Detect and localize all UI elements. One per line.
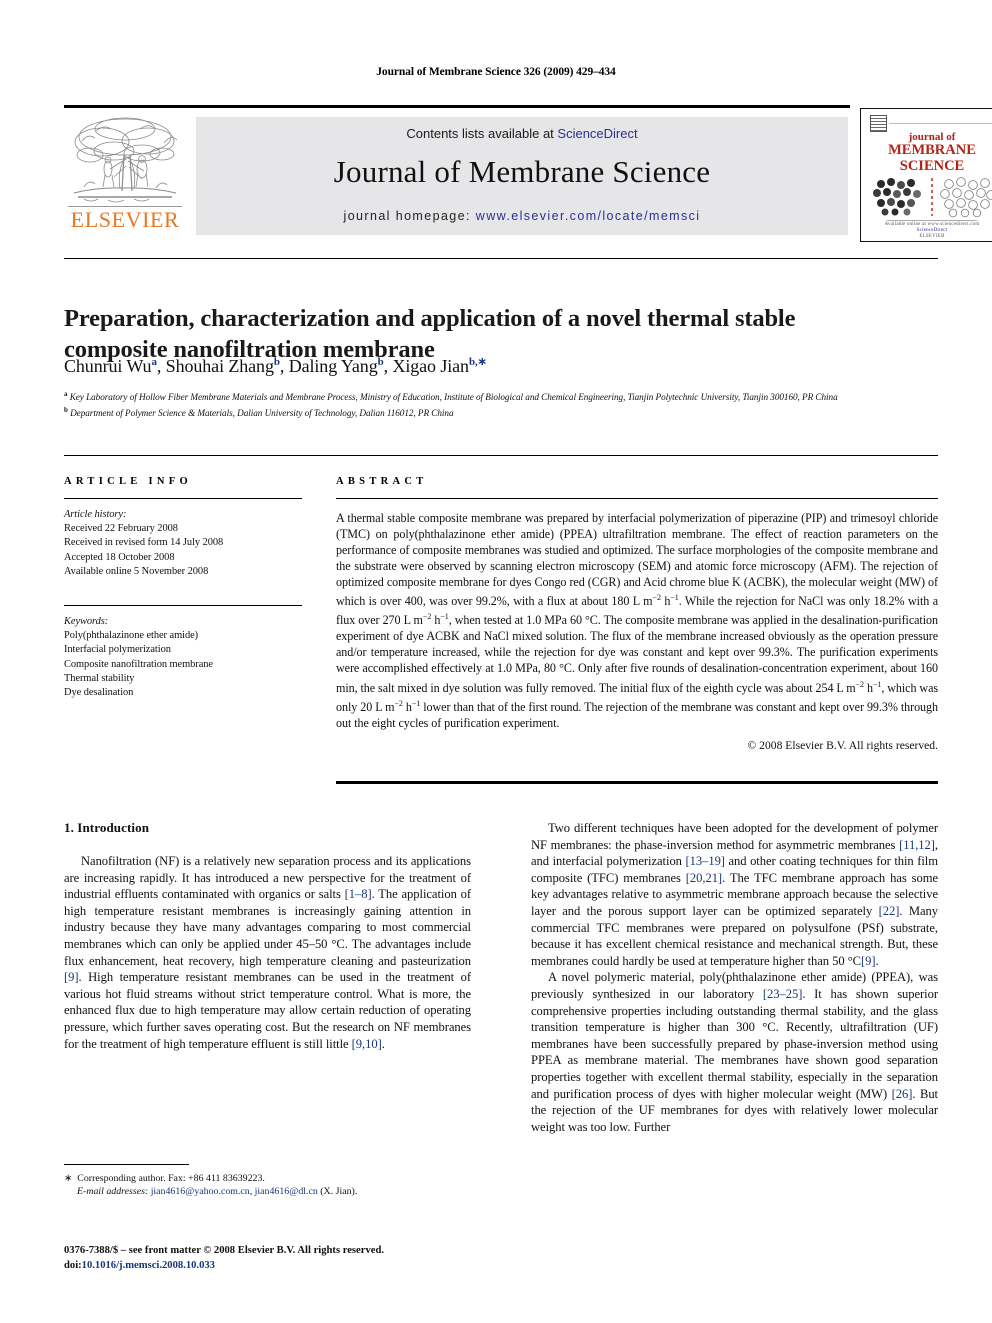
email-label: E-mail addresses: xyxy=(77,1186,149,1198)
body-column-right: Two different techniques have been adopt… xyxy=(531,820,938,1135)
body-column-left: 1. Introduction Nanofiltration (NF) is a… xyxy=(64,820,471,1052)
article-first-page: Journal of Membrane Science 326 (2009) 4… xyxy=(0,0,992,1323)
email-link-1[interactable]: jian4616@yahoo.com.cn xyxy=(151,1186,250,1197)
footnote-email-line: E-mail addresses: jian4616@yahoo.com.cn,… xyxy=(64,1185,484,1198)
abstract-heading: ABSTRACT xyxy=(336,476,428,487)
sciencedirect-link[interactable]: ScienceDirect xyxy=(557,126,637,141)
keyword-item: Dye desalination xyxy=(64,687,134,699)
journal-title: Journal of Membrane Science xyxy=(333,154,711,189)
running-head: Journal of Membrane Science 326 (2009) 4… xyxy=(376,66,616,78)
homepage-url-link[interactable]: www.elsevier.com/locate/memsci xyxy=(476,209,701,223)
cover-line-membrane: MEMBRANE xyxy=(888,142,976,158)
history-item: Available online 5 November 2008 xyxy=(64,565,209,577)
affiliation-mark: a xyxy=(64,390,68,398)
cover-footer: Available online at www.sciencedirect.co… xyxy=(865,222,992,240)
abstract-copyright: © 2008 Elsevier B.V. All rights reserved… xyxy=(747,738,938,752)
imprint-front-matter: 0376-7388/$ – see front matter © 2008 El… xyxy=(64,1245,384,1256)
cover-top-rule xyxy=(889,123,992,124)
elsevier-wordmark: ELSEVIER xyxy=(70,207,180,232)
author-separator: , xyxy=(156,356,166,376)
history-item: Received in revised form 14 July 2008 xyxy=(64,537,224,549)
introduction-paragraph: A novel polymeric material, poly(phthala… xyxy=(531,970,938,1134)
author-name: Daling Yang xyxy=(288,356,378,376)
footnote-corresponding-text: Corresponding author. Fax: +86 411 83639… xyxy=(77,1173,265,1184)
keyword-item: Composite nanofiltration membrane xyxy=(64,658,213,670)
keywords-group: Keywords: Poly(phthalazinone ether amide… xyxy=(64,615,302,700)
author-name: Chunrui Wu xyxy=(64,356,152,376)
introduction-paragraph: Two different techniques have been adopt… xyxy=(531,821,938,968)
elsevier-tree-icon xyxy=(73,117,178,203)
doi-label: doi: xyxy=(64,1259,82,1271)
masthead-top-rule xyxy=(64,105,850,108)
cover-bottom-rule xyxy=(887,220,977,221)
history-item: Accepted 18 October 2008 xyxy=(64,551,175,563)
imprint-doi-line: doi:10.1016/j.memsci.2008.10.033 xyxy=(64,1259,534,1274)
cover-line-science: SCIENCE xyxy=(899,158,965,174)
abstract-bottom-rule xyxy=(336,781,938,784)
cover-inner: journal of MEMBRANE SCIENCE Available on… xyxy=(865,112,992,240)
homepage-label: journal homepage: xyxy=(343,209,471,223)
affiliation-item: a Key Laboratory of Hollow Fiber Membran… xyxy=(64,388,924,404)
affiliation-item: b Department of Polymer Science & Materi… xyxy=(64,404,924,420)
cover-elsevier-mark-icon xyxy=(870,115,887,132)
keyword-item: Poly(phthalazinone ether amide) xyxy=(64,630,199,642)
footnote-rule xyxy=(64,1164,189,1165)
article-history-group: Article history: Received 22 February 20… xyxy=(64,508,302,579)
affiliation-text: Key Laboratory of Hollow Fiber Membrane … xyxy=(69,392,838,403)
abstract-column: ABSTRACT A thermal stable composite memb… xyxy=(336,476,938,752)
email-link-2[interactable]: jian4616@dl.cn xyxy=(255,1186,318,1197)
affiliation-text: Department of Polymer Science & Material… xyxy=(70,408,454,419)
corresponding-author-footnote: ∗ Corresponding author. Fax: +86 411 8363… xyxy=(64,1172,484,1199)
author-list: Chunrui Wua, Shouhai Zhangb, Daling Yang… xyxy=(64,355,884,377)
imprint-block: 0376-7388/$ – see front matter © 2008 El… xyxy=(64,1244,534,1273)
doi-link[interactable]: 10.1016/j.memsci.2008.10.033 xyxy=(82,1260,215,1271)
article-info-heading: ARTICLE INFO xyxy=(64,476,192,487)
abstract-rule xyxy=(336,498,938,499)
journal-homepage-line: journal homepage: www.elsevier.com/locat… xyxy=(196,209,848,223)
cover-footer-line3: ELSEVIER xyxy=(919,234,945,239)
abstract-text: A thermal stable composite membrane was … xyxy=(336,511,938,730)
keyword-item: Interfacial polymerization xyxy=(64,644,171,656)
affiliation-mark: b xyxy=(64,406,68,415)
contents-list-line: Contents lists available at ScienceDirec… xyxy=(196,126,848,141)
footnote-corresponding-line: ∗ Corresponding author. Fax: +86 411 8363… xyxy=(64,1172,484,1185)
article-info-rule xyxy=(64,498,302,499)
cover-molecule-artwork xyxy=(873,177,992,218)
journal-cover-thumbnail: journal of MEMBRANE SCIENCE Available on… xyxy=(860,108,992,242)
elsevier-logo: ELSEVIER xyxy=(64,111,186,235)
author-name: Xigao Jian xyxy=(392,356,469,376)
introduction-paragraph: Nanofiltration (NF) is a relatively new … xyxy=(64,854,471,1051)
contents-prefix: Contents lists available at xyxy=(406,126,558,141)
affiliation-list: a Key Laboratory of Hollow Fiber Membran… xyxy=(64,388,924,421)
article-info-column: ARTICLE INFO Article history: Received 2… xyxy=(64,476,302,700)
title-separator-rule xyxy=(64,258,938,259)
author-name: Shouhai Zhang xyxy=(165,356,274,376)
asterisk-icon: ∗ xyxy=(64,1173,73,1184)
keywords-label: Keywords: xyxy=(64,616,109,628)
sciencedirect-banner: Contents lists available at ScienceDirec… xyxy=(196,117,848,235)
keyword-item: Thermal stability xyxy=(64,672,135,684)
author-affil-mark: b,∗ xyxy=(468,356,487,368)
introduction-heading: 1. Introduction xyxy=(64,820,150,835)
journal-masthead: ELSEVIER Contents lists available at Sci… xyxy=(64,105,992,242)
history-item: Received 22 February 2008 xyxy=(64,523,178,535)
author-separator: , xyxy=(279,356,289,376)
article-history-label: Article history: xyxy=(64,509,127,520)
email-owner: (X. Jian). xyxy=(317,1186,358,1198)
info-abstract-top-rule xyxy=(64,455,938,456)
keywords-rule xyxy=(64,605,302,607)
